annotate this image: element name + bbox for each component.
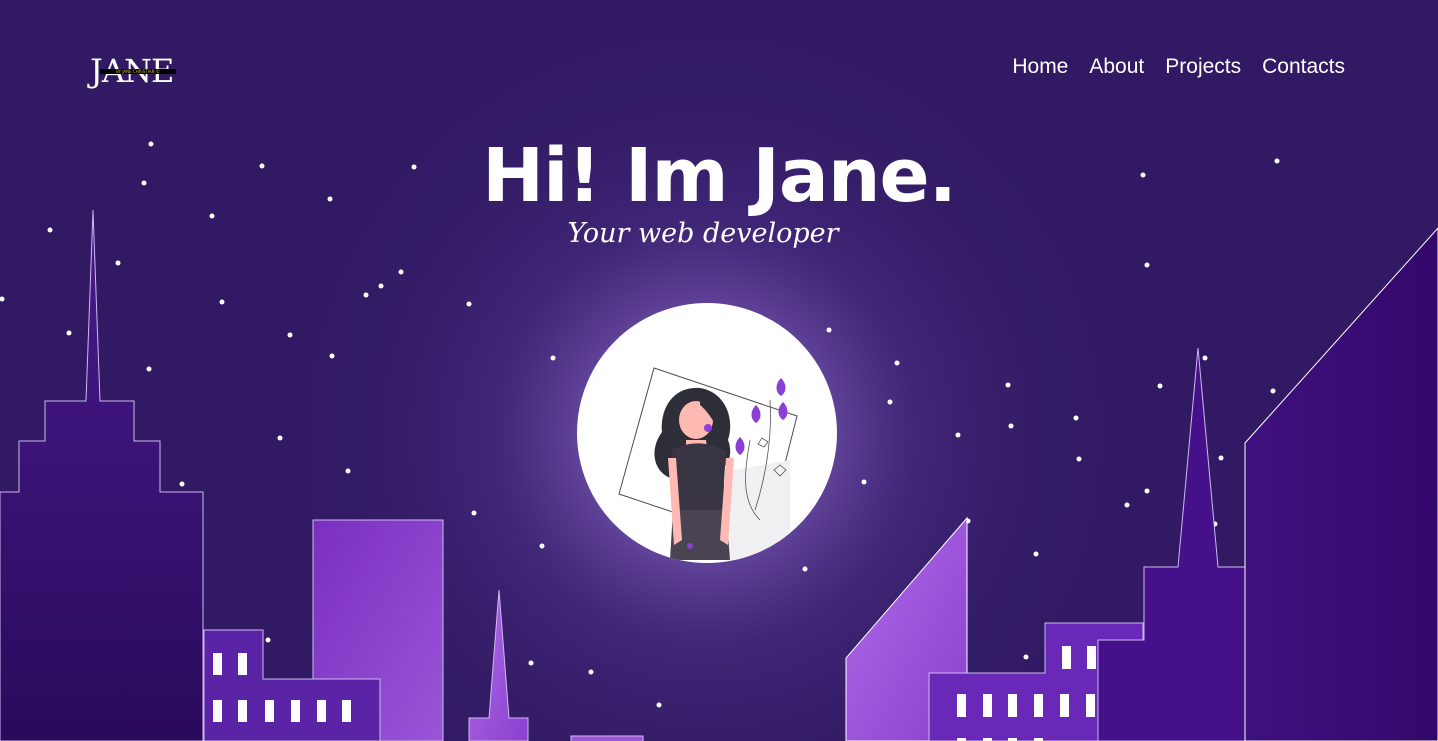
nav-home-link[interactable]: Home	[1012, 54, 1068, 80]
moon	[577, 303, 837, 563]
hero-title: Hi! Im Jane.	[482, 133, 957, 219]
logo-subtext: BY JANE CHRISTIAN ©	[100, 69, 176, 74]
city-night-scene	[0, 0, 1438, 741]
hero-subtitle: Your web developer	[567, 218, 839, 249]
nav-contacts-link[interactable]: Contacts	[1262, 54, 1345, 80]
main-nav: Home About Projects Contacts	[1012, 54, 1345, 80]
nav-projects-link[interactable]: Projects	[1165, 54, 1241, 80]
nav-about-link[interactable]: About	[1089, 54, 1144, 80]
brand-logo[interactable]: JANE BY JANE CHRISTIAN ©	[90, 54, 186, 92]
